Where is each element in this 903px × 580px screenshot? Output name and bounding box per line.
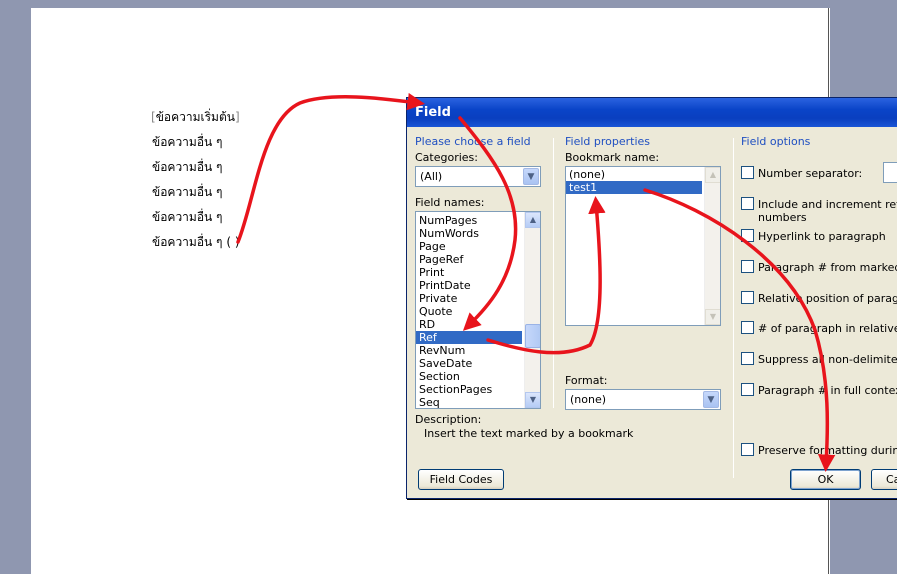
scroll-up-icon[interactable]: ▲: [705, 167, 720, 183]
relative-context-label: # of paragraph in relative con: [758, 322, 903, 335]
field-name-item[interactable]: SaveDate: [416, 357, 540, 370]
relative-position-label: Relative position of paragrap: [758, 292, 903, 305]
field-name-item[interactable]: NumPages: [416, 214, 540, 227]
number-separator-label: Number separator:: [758, 167, 863, 180]
bookmark-list-scrollbar[interactable]: ▲ ▼: [704, 167, 720, 325]
scroll-down-icon[interactable]: ▼: [525, 392, 540, 408]
field-dialog: Field Please choose a field Categories: …: [406, 97, 903, 499]
suppress-delimiter-label: Suppress all non-delimiter cha: [758, 353, 903, 366]
field-name-item[interactable]: Page: [416, 240, 540, 253]
doc-line-last[interactable]: ข้อความอื่น ๆ ( ): [152, 233, 240, 252]
field-list-scrollbar[interactable]: ▲ ▼: [524, 212, 540, 408]
doc-line[interactable]: ข้อความอื่น ๆ: [152, 158, 223, 177]
field-name-item[interactable]: Private: [416, 292, 540, 305]
field-options-group-label: Field options: [741, 135, 811, 148]
field-name-item[interactable]: PrintDate: [416, 279, 540, 292]
number-separator-checkbox[interactable]: [741, 166, 754, 179]
include-increment-label: Include and increment referen: [758, 198, 903, 211]
field-name-item[interactable]: PageRef: [416, 253, 540, 266]
relative-context-checkbox[interactable]: [741, 321, 754, 334]
separator: [553, 138, 554, 408]
bookmark-list[interactable]: (none) test1 ▲ ▼: [565, 166, 721, 326]
scroll-down-icon[interactable]: ▼: [705, 309, 720, 325]
field-name-item[interactable]: Quote: [416, 305, 540, 318]
format-label: Format:: [565, 374, 608, 387]
doc-line[interactable]: ข้อความอื่น ๆ: [152, 133, 223, 152]
description-text: Insert the text marked by a bookmark: [424, 427, 634, 440]
hyperlink-label: Hyperlink to paragraph: [758, 230, 886, 243]
field-name-item[interactable]: Ref: [416, 331, 522, 344]
categories-combo[interactable]: (All) ▼: [415, 166, 541, 187]
full-context-checkbox[interactable]: [741, 383, 754, 396]
doc-line[interactable]: ข้อความอื่น ๆ: [152, 208, 223, 227]
bookmark-bracket-close: ]: [234, 110, 240, 124]
field-name-item[interactable]: SectionPages: [416, 383, 540, 396]
hyperlink-checkbox[interactable]: [741, 229, 754, 242]
scroll-up-icon[interactable]: ▲: [525, 212, 540, 228]
chevron-down-icon[interactable]: ▼: [703, 391, 719, 408]
choose-field-group-label: Please choose a field: [415, 135, 531, 148]
ok-button[interactable]: OK: [790, 469, 861, 490]
torn-edge-bottom: [0, 574, 903, 580]
field-names-list[interactable]: NumPages NumWords Page PageRef Print PrintDat…: [415, 211, 541, 409]
paragraph-number-checkbox[interactable]: [741, 260, 754, 273]
doc-line[interactable]: ข้อความอื่น ๆ: [152, 183, 223, 202]
preserve-formatting-checkbox[interactable]: [741, 443, 754, 456]
field-name-item[interactable]: Seq: [416, 396, 540, 408]
field-name-item[interactable]: Section: [416, 370, 540, 383]
preserve-formatting-label: Preserve formatting during u: [758, 444, 903, 457]
suppress-delimiter-checkbox[interactable]: [741, 352, 754, 365]
description-label: Description:: [415, 413, 482, 426]
scroll-thumb[interactable]: [525, 324, 540, 348]
chevron-down-icon[interactable]: ▼: [523, 168, 539, 185]
separator: [733, 138, 734, 478]
field-name-item[interactable]: Print: [416, 266, 540, 279]
field-name-item[interactable]: NumWords: [416, 227, 540, 240]
field-insert-marker: ( ): [226, 235, 240, 249]
bookmark-item-test1[interactable]: test1: [566, 181, 702, 194]
paragraph-number-label: Paragraph # from marked par: [758, 261, 903, 274]
field-codes-button[interactable]: Field Codes: [418, 469, 504, 490]
field-names-label: Field names:: [415, 196, 485, 209]
field-properties-group-label: Field properties: [565, 135, 651, 148]
field-name-item[interactable]: RevNum: [416, 344, 540, 357]
bookmark-name-label: Bookmark name:: [565, 151, 660, 164]
include-increment-checkbox[interactable]: [741, 197, 754, 210]
field-name-item[interactable]: RD: [416, 318, 540, 331]
torn-edge-right: [897, 0, 903, 580]
dialog-title-bar[interactable]: Field: [407, 98, 903, 127]
include-increment-label-2: numbers: [758, 211, 807, 224]
format-combo[interactable]: (none) ▼: [565, 389, 721, 410]
full-context-label: Paragraph # in full context: [758, 384, 903, 397]
bookmark-item-none[interactable]: (none): [566, 168, 720, 181]
relative-position-checkbox[interactable]: [741, 291, 754, 304]
categories-label: Categories:: [415, 151, 478, 164]
doc-line-start[interactable]: [ข้อความเริ่มต้น]: [151, 108, 240, 127]
